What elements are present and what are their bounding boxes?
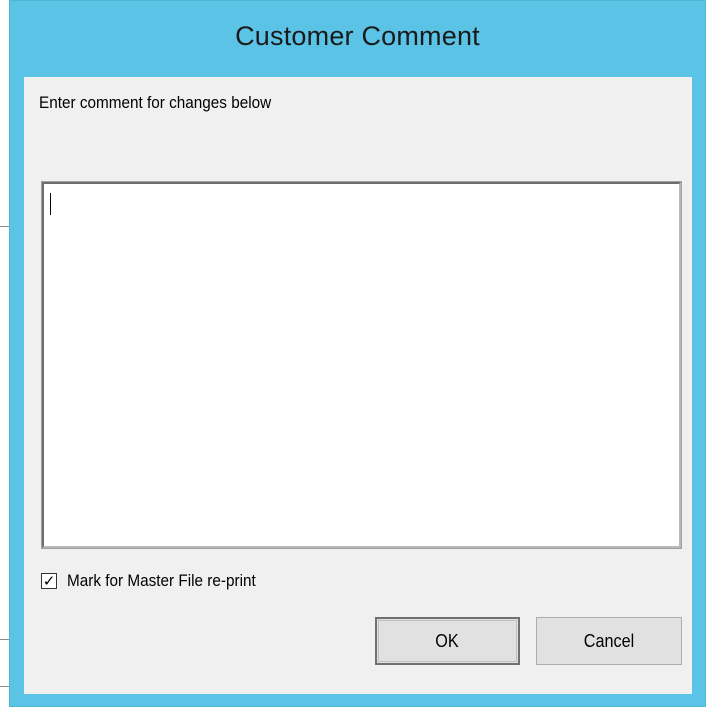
ok-button[interactable]: OK bbox=[375, 617, 520, 665]
master-file-reprint-option[interactable]: ✓ Mark for Master File re-print bbox=[41, 571, 277, 591]
cancel-button[interactable]: Cancel bbox=[536, 617, 682, 665]
comment-textarea[interactable] bbox=[41, 181, 682, 549]
background-tick bbox=[0, 639, 9, 640]
master-file-reprint-label[interactable]: Mark for Master File re-print bbox=[67, 571, 256, 591]
background-tick bbox=[0, 226, 9, 227]
title-bar[interactable]: Customer Comment bbox=[10, 1, 705, 78]
dialog-title: Customer Comment bbox=[235, 21, 480, 51]
dialog-client-area: Enter comment for changes below ✓ Mark f… bbox=[24, 77, 692, 694]
customer-comment-dialog: Customer Comment Enter comment for chang… bbox=[9, 0, 706, 707]
ok-button-label: OK bbox=[435, 630, 460, 651]
checkmark-icon: ✓ bbox=[42, 572, 56, 590]
comment-prompt-label: Enter comment for changes below bbox=[39, 93, 272, 112]
text-caret bbox=[50, 193, 51, 215]
master-file-reprint-checkbox[interactable]: ✓ bbox=[41, 573, 57, 589]
cancel-button-label: Cancel bbox=[583, 630, 635, 651]
background-tick bbox=[0, 686, 9, 687]
